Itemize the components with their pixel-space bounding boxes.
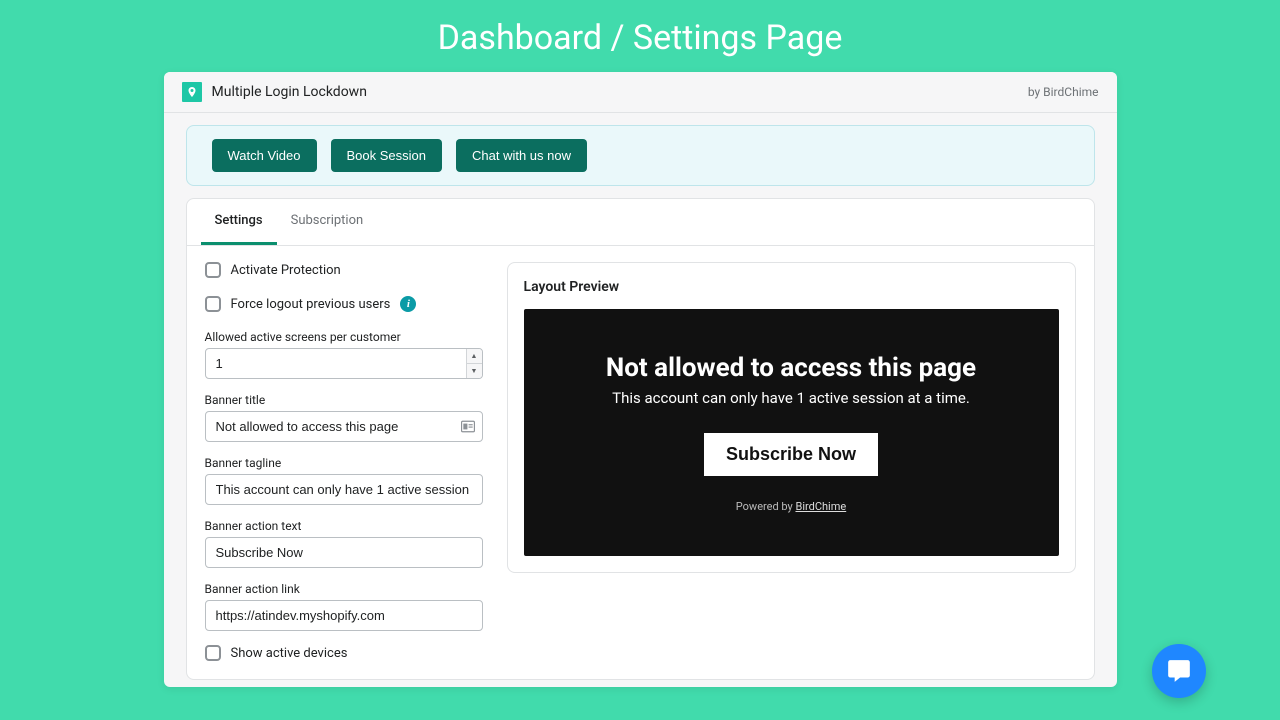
card-icon <box>461 417 475 436</box>
number-spinner: ▲ ▼ <box>466 349 482 378</box>
preview-panel: Layout Preview Not allowed to access thi… <box>507 262 1076 661</box>
activate-protection-checkbox[interactable] <box>205 262 221 278</box>
banner-title-label: Banner title <box>205 393 483 407</box>
book-session-button[interactable]: Book Session <box>331 139 443 172</box>
allowed-screens-field: Allowed active screens per customer ▲ ▼ <box>205 330 483 379</box>
banner-tagline-input[interactable] <box>205 474 483 505</box>
chat-fab[interactable] <box>1152 644 1206 698</box>
app-window: Multiple Login Lockdown by BirdChime Wat… <box>164 72 1117 687</box>
activate-protection-label: Activate Protection <box>231 263 341 278</box>
info-icon[interactable]: i <box>400 296 416 312</box>
settings-form: Activate Protection Force logout previou… <box>205 262 483 661</box>
preview-card: Layout Preview Not allowed to access thi… <box>507 262 1076 573</box>
force-logout-checkbox[interactable] <box>205 296 221 312</box>
allowed-screens-input[interactable] <box>205 348 483 379</box>
force-logout-row: Force logout previous users i <box>205 296 483 312</box>
app-logo-icon <box>182 82 202 102</box>
tab-settings[interactable]: Settings <box>201 199 277 245</box>
preview-label: Layout Preview <box>524 279 1059 295</box>
tab-subscription[interactable]: Subscription <box>277 199 378 245</box>
spinner-down-icon[interactable]: ▼ <box>467 364 482 378</box>
settings-card: Settings Subscription Activate Protectio… <box>186 198 1095 680</box>
preview-box: Not allowed to access this page This acc… <box>524 309 1059 556</box>
banner-action-text-label: Banner action text <box>205 519 483 533</box>
show-active-devices-label: Show active devices <box>231 646 348 661</box>
tabs: Settings Subscription <box>187 199 1094 246</box>
show-active-devices-checkbox[interactable] <box>205 645 221 661</box>
powered-by-text: Powered by <box>736 500 796 513</box>
banner-action-link-label: Banner action link <box>205 582 483 596</box>
birdchime-link[interactable]: BirdChime <box>795 500 846 513</box>
activate-protection-row: Activate Protection <box>205 262 483 278</box>
show-active-devices-row: Show active devices <box>205 645 483 661</box>
banner-tagline-label: Banner tagline <box>205 456 483 470</box>
card-body: Activate Protection Force logout previou… <box>187 246 1094 679</box>
page-title: Dashboard / Settings Page <box>0 0 1280 72</box>
preview-tagline: This account can only have 1 active sess… <box>612 389 970 407</box>
watch-video-button[interactable]: Watch Video <box>212 139 317 172</box>
preview-title: Not allowed to access this page <box>606 353 976 383</box>
preview-subscribe-button[interactable]: Subscribe Now <box>704 433 878 476</box>
banner-action-link-field: Banner action link <box>205 582 483 631</box>
chat-now-button[interactable]: Chat with us now <box>456 139 587 172</box>
banner-title-input[interactable] <box>205 411 483 442</box>
banner-action-text-input[interactable] <box>205 537 483 568</box>
banner-action-link-input[interactable] <box>205 600 483 631</box>
app-header-left: Multiple Login Lockdown <box>182 82 367 102</box>
app-header: Multiple Login Lockdown by BirdChime <box>164 72 1117 113</box>
spinner-up-icon[interactable]: ▲ <box>467 349 482 364</box>
banner-title-field: Banner title <box>205 393 483 442</box>
allowed-screens-label: Allowed active screens per customer <box>205 330 483 344</box>
app-credit: by BirdChime <box>1028 85 1099 99</box>
chat-icon <box>1166 658 1192 684</box>
banner-action-text-field: Banner action text <box>205 519 483 568</box>
preview-footer: Powered by BirdChime <box>736 500 846 513</box>
banner-tagline-field: Banner tagline <box>205 456 483 505</box>
help-banner: Watch Video Book Session Chat with us no… <box>186 125 1095 186</box>
force-logout-label: Force logout previous users <box>231 297 391 312</box>
app-name: Multiple Login Lockdown <box>212 84 367 100</box>
